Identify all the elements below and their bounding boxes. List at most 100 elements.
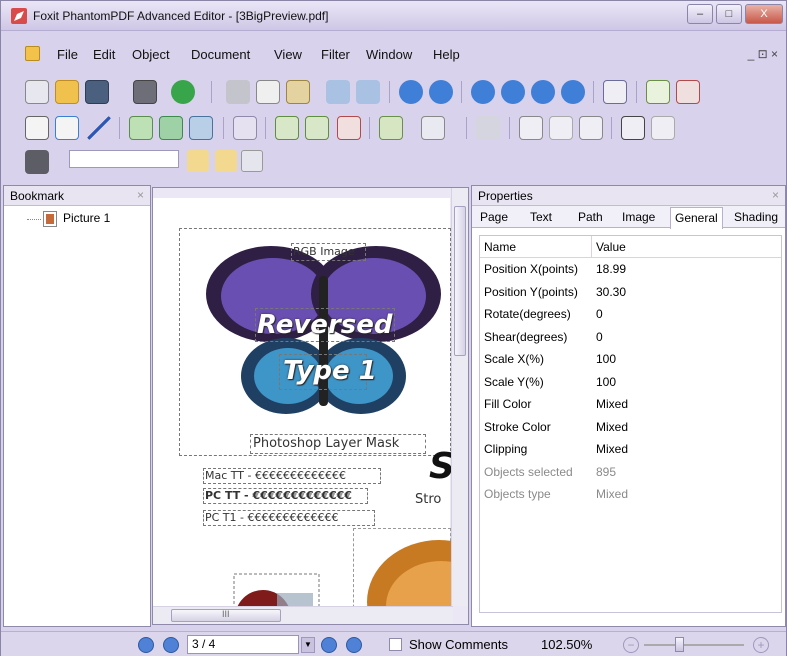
- info-icon[interactable]: [171, 80, 195, 104]
- text-box-icon[interactable]: [651, 116, 675, 140]
- property-value[interactable]: Mixed: [596, 397, 628, 411]
- previous-page-button[interactable]: [163, 637, 179, 653]
- property-value[interactable]: 0: [596, 307, 603, 321]
- print-icon[interactable]: [133, 80, 157, 104]
- add-image-icon[interactable]: [129, 116, 153, 140]
- property-row[interactable]: Position X(points) 18.99: [480, 258, 781, 281]
- properties-close-button[interactable]: ×: [772, 188, 779, 202]
- bookmark-item-picture-1[interactable]: Picture 1: [63, 211, 110, 225]
- find-next-icon[interactable]: [215, 150, 237, 172]
- property-row[interactable]: Stroke Color Mixed: [480, 416, 781, 439]
- move-forward-icon[interactable]: [275, 116, 299, 140]
- page-dropdown-button[interactable]: ▼: [301, 637, 315, 653]
- property-value[interactable]: 0: [596, 330, 603, 344]
- tab-path[interactable]: Path: [578, 210, 603, 224]
- tab-general[interactable]: General: [670, 207, 723, 229]
- document-menu-icon[interactable]: [25, 46, 40, 61]
- add-text-icon[interactable]: [25, 116, 49, 140]
- last-page-button[interactable]: [346, 637, 362, 653]
- zoom-slider-track[interactable]: [644, 644, 744, 646]
- property-value[interactable]: 30.30: [596, 285, 626, 299]
- previous-page-icon[interactable]: [501, 80, 525, 104]
- zoom-in-button[interactable]: +: [753, 637, 769, 653]
- page-number-input[interactable]: 3 / 4: [187, 635, 299, 654]
- zoom-in-icon[interactable]: [399, 80, 423, 104]
- first-page-icon[interactable]: [471, 80, 495, 104]
- property-value[interactable]: 100: [596, 375, 616, 389]
- property-row[interactable]: Scale X(%) 100: [480, 348, 781, 371]
- tab-page[interactable]: Page: [480, 210, 508, 224]
- find-input[interactable]: [69, 150, 179, 168]
- bookmark-close-button[interactable]: ×: [137, 188, 144, 202]
- export-icon[interactable]: [646, 80, 670, 104]
- tab-image[interactable]: Image: [622, 210, 655, 224]
- property-row[interactable]: Scale Y(%) 100: [480, 371, 781, 394]
- delete-document-icon[interactable]: [676, 80, 700, 104]
- last-page-icon[interactable]: [561, 80, 585, 104]
- menu-help[interactable]: Help: [433, 47, 460, 62]
- move-backward-icon[interactable]: [305, 116, 329, 140]
- find-previous-icon[interactable]: [187, 150, 209, 172]
- char-spacing-icon[interactable]: [579, 116, 603, 140]
- cut-icon[interactable]: [226, 80, 250, 104]
- align-icon[interactable]: [379, 116, 403, 140]
- property-value[interactable]: 100: [596, 352, 616, 366]
- text-format-icon[interactable]: [421, 116, 445, 140]
- redo-icon[interactable]: [356, 80, 380, 104]
- horizontal-scrollbar[interactable]: III: [153, 606, 453, 624]
- menu-object[interactable]: Object: [132, 47, 170, 62]
- crop-icon[interactable]: [233, 116, 257, 140]
- menu-file[interactable]: File: [57, 47, 78, 62]
- vertical-scroll-thumb[interactable]: [454, 206, 466, 356]
- property-row[interactable]: Clipping Mixed: [480, 438, 781, 461]
- new-pdf-icon[interactable]: [25, 80, 49, 104]
- tab-text[interactable]: Text: [530, 210, 552, 224]
- close-button[interactable]: X: [745, 4, 783, 24]
- property-row[interactable]: Fill Color Mixed: [480, 393, 781, 416]
- property-row[interactable]: Shear(degrees) 0: [480, 326, 781, 349]
- menu-view[interactable]: View: [274, 47, 302, 62]
- first-page-button[interactable]: [138, 637, 154, 653]
- menu-window[interactable]: Window: [366, 47, 412, 62]
- tab-shading[interactable]: Shading: [734, 210, 778, 224]
- draw-line-icon[interactable]: [87, 116, 111, 140]
- find-options-icon[interactable]: [241, 150, 263, 172]
- show-comments-checkbox[interactable]: [389, 638, 402, 651]
- next-page-button[interactable]: [321, 637, 337, 653]
- property-row[interactable]: Position Y(points) 30.30: [480, 281, 781, 304]
- zoom-slider-thumb[interactable]: [675, 637, 684, 652]
- property-value[interactable]: Mixed: [596, 420, 628, 434]
- menu-filter[interactable]: Filter: [321, 47, 350, 62]
- save-icon[interactable]: [85, 80, 109, 104]
- property-value[interactable]: 18.99: [596, 262, 626, 276]
- next-page-icon[interactable]: [531, 80, 555, 104]
- property-value[interactable]: 895: [596, 465, 616, 479]
- property-row[interactable]: Objects type Mixed: [480, 483, 781, 506]
- menu-document[interactable]: Document: [191, 47, 250, 62]
- find-binoculars-icon[interactable]: [25, 150, 49, 174]
- property-row[interactable]: Objects selected 895: [480, 461, 781, 484]
- menu-edit[interactable]: Edit: [93, 47, 115, 62]
- document-canvas[interactable]: RGB Image Reversed Type 1 Photoshop Laye…: [152, 187, 469, 625]
- mdi-controls[interactable]: _ ⊡ ×: [748, 47, 778, 61]
- zoom-out-button[interactable]: −: [623, 637, 639, 653]
- edit-object-icon[interactable]: [189, 116, 213, 140]
- vertical-scrollbar[interactable]: [451, 188, 468, 606]
- open-folder-icon[interactable]: [55, 80, 79, 104]
- zoom-out-icon[interactable]: [429, 80, 453, 104]
- paste-icon[interactable]: [286, 80, 310, 104]
- add-object-icon[interactable]: [159, 116, 183, 140]
- horizontal-scroll-thumb[interactable]: III: [171, 609, 281, 622]
- text-edit-icon[interactable]: [621, 116, 645, 140]
- property-row[interactable]: Rotate(degrees) 0: [480, 303, 781, 326]
- font-size-down-icon[interactable]: [549, 116, 573, 140]
- undo-icon[interactable]: [326, 80, 350, 104]
- add-shape-icon[interactable]: [55, 116, 79, 140]
- property-value[interactable]: Mixed: [596, 487, 628, 501]
- property-value[interactable]: Mixed: [596, 442, 628, 456]
- copy-icon[interactable]: [256, 80, 280, 104]
- minimize-button[interactable]: –: [687, 4, 713, 24]
- maximize-button[interactable]: □: [716, 4, 742, 24]
- font-size-up-icon[interactable]: [519, 116, 543, 140]
- single-page-icon[interactable]: [603, 80, 627, 104]
